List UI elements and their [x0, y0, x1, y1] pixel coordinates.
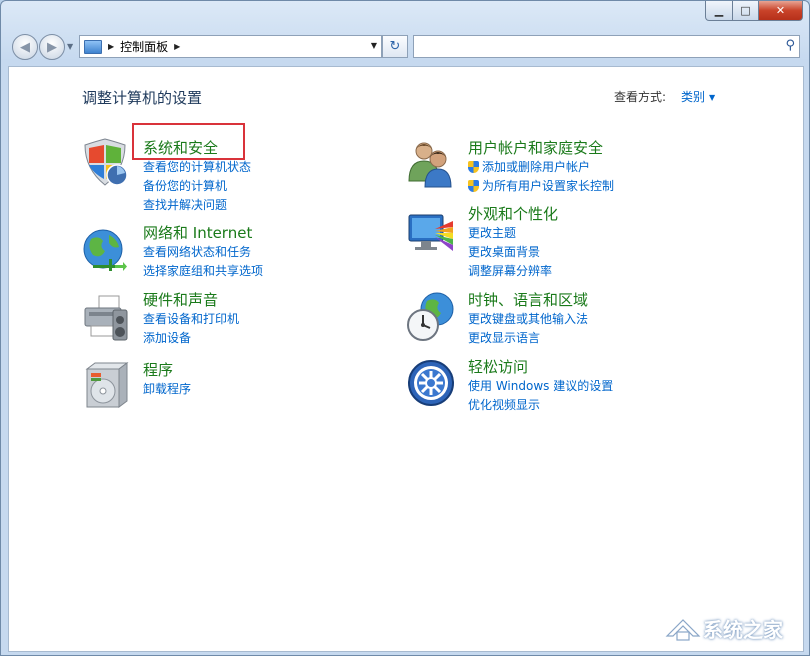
- link-backup-computer[interactable]: 备份您的计算机: [143, 177, 251, 196]
- programs-box-icon[interactable]: [79, 359, 131, 411]
- view-by-label: 查看方式:: [614, 90, 667, 104]
- category-title-hardware-sound[interactable]: 硬件和声音: [143, 291, 239, 310]
- recent-pages-dropdown[interactable]: ▼: [67, 42, 73, 51]
- address-bar[interactable]: ▶ 控制面板 ▶ ▼: [79, 35, 382, 58]
- close-button[interactable]: ✕: [759, 1, 803, 21]
- breadcrumb-separator-icon[interactable]: ▶: [174, 42, 180, 51]
- link-view-computer-status[interactable]: 查看您的计算机状态: [143, 158, 251, 177]
- link-windows-suggested-settings[interactable]: 使用 Windows 建议的设置: [468, 377, 613, 396]
- category-title-clock-language-region[interactable]: 时钟、语言和区域: [468, 291, 588, 310]
- link-change-display-language[interactable]: 更改显示语言: [468, 329, 588, 348]
- address-dropdown-icon[interactable]: ▼: [371, 41, 377, 50]
- watermark-text: 系统之家: [703, 618, 783, 642]
- link-change-theme[interactable]: 更改主题: [468, 224, 558, 243]
- watermark-logo-icon: [665, 618, 701, 641]
- category-title-system-security[interactable]: 系统和安全: [143, 139, 251, 158]
- link-change-desktop-background[interactable]: 更改桌面背景: [468, 243, 558, 262]
- link-view-devices-printers[interactable]: 查看设备和打印机: [143, 310, 239, 329]
- category-title-user-accounts[interactable]: 用户帐户和家庭安全: [468, 139, 614, 158]
- minimize-button[interactable]: ▁: [705, 1, 733, 21]
- back-button[interactable]: ◀: [12, 34, 38, 60]
- shield-icon[interactable]: [79, 137, 131, 189]
- link-change-keyboard[interactable]: 更改键盘或其他输入法: [468, 310, 588, 329]
- link-parental-controls-text: 为所有用户设置家长控制: [482, 179, 615, 193]
- forward-button[interactable]: ▶: [39, 34, 65, 60]
- appearance-monitor-icon[interactable]: [405, 207, 457, 259]
- category-title-network-internet[interactable]: 网络和 Internet: [143, 224, 263, 243]
- link-optimize-visual-display[interactable]: 优化视频显示: [468, 396, 613, 415]
- category-user-accounts: 用户帐户和家庭安全 添加或删除用户帐户 为所有用户设置家长控制: [468, 139, 614, 196]
- link-view-network-status[interactable]: 查看网络状态和任务: [143, 243, 263, 262]
- category-clock-language-region: 时钟、语言和区域 更改键盘或其他输入法 更改显示语言: [468, 291, 588, 348]
- content-area: 调整计算机的设置 查看方式: 类别 ▼ 系统和安全 查看您的计算机状态 备份您的计…: [8, 66, 804, 652]
- category-title-ease-of-access[interactable]: 轻松访问: [468, 358, 613, 377]
- forward-arrow-icon: ▶: [47, 39, 57, 55]
- breadcrumb-control-panel[interactable]: 控制面板: [120, 38, 168, 55]
- category-programs: 程序 卸载程序: [143, 361, 191, 399]
- printer-icon[interactable]: [79, 292, 131, 344]
- category-hardware-sound: 硬件和声音 查看设备和打印机 添加设备: [143, 291, 239, 348]
- link-find-fix-problems[interactable]: 查找并解决问题: [143, 196, 251, 215]
- watermark: 系统之家: [663, 614, 783, 643]
- category-ease-of-access: 轻松访问 使用 Windows 建议的设置 优化视频显示: [468, 358, 613, 415]
- uac-shield-icon: [468, 161, 479, 173]
- maximize-button[interactable]: □: [733, 1, 759, 21]
- control-panel-window: ▁ □ ✕ ◀ ▶ ▼ ▶ 控制面板 ▶ ▼ ↻ ⚲ 调整计算机的设置 查看方式…: [0, 0, 810, 656]
- category-title-programs[interactable]: 程序: [143, 361, 191, 380]
- chevron-down-icon: ▼: [709, 93, 716, 102]
- network-globe-icon[interactable]: [79, 225, 131, 277]
- ease-of-access-icon[interactable]: [405, 357, 457, 409]
- category-system-security: 系统和安全 查看您的计算机状态 备份您的计算机 查找并解决问题: [143, 139, 251, 215]
- link-homegroup-sharing[interactable]: 选择家庭组和共享选项: [143, 262, 263, 281]
- link-add-device[interactable]: 添加设备: [143, 329, 239, 348]
- search-icon[interactable]: ⚲: [785, 38, 795, 53]
- view-by-value: 类别: [681, 90, 706, 104]
- view-by-dropdown[interactable]: 类别 ▼: [681, 88, 715, 105]
- link-add-remove-accounts[interactable]: 添加或删除用户帐户: [468, 158, 614, 177]
- category-title-appearance[interactable]: 外观和个性化: [468, 205, 558, 224]
- page-title: 调整计算机的设置: [82, 89, 203, 107]
- refresh-button[interactable]: ↻: [382, 35, 408, 58]
- users-icon[interactable]: [405, 137, 457, 189]
- uac-shield-icon: [468, 180, 479, 192]
- refresh-icon: ↻: [389, 39, 401, 54]
- link-parental-controls[interactable]: 为所有用户设置家长控制: [468, 177, 614, 196]
- caption-buttons: ▁ □ ✕: [705, 1, 803, 21]
- back-arrow-icon: ◀: [20, 39, 30, 55]
- category-network-internet: 网络和 Internet 查看网络状态和任务 选择家庭组和共享选项: [143, 224, 263, 281]
- clock-globe-icon[interactable]: [405, 291, 457, 343]
- link-uninstall-program[interactable]: 卸载程序: [143, 380, 191, 399]
- link-adjust-resolution[interactable]: 调整屏幕分辨率: [468, 262, 558, 281]
- category-appearance: 外观和个性化 更改主题 更改桌面背景 调整屏幕分辨率: [468, 205, 558, 281]
- link-add-remove-accounts-text: 添加或删除用户帐户: [482, 160, 591, 174]
- breadcrumb-separator-icon[interactable]: ▶: [108, 42, 114, 51]
- search-box[interactable]: ⚲: [413, 35, 800, 58]
- control-panel-icon: [84, 39, 102, 54]
